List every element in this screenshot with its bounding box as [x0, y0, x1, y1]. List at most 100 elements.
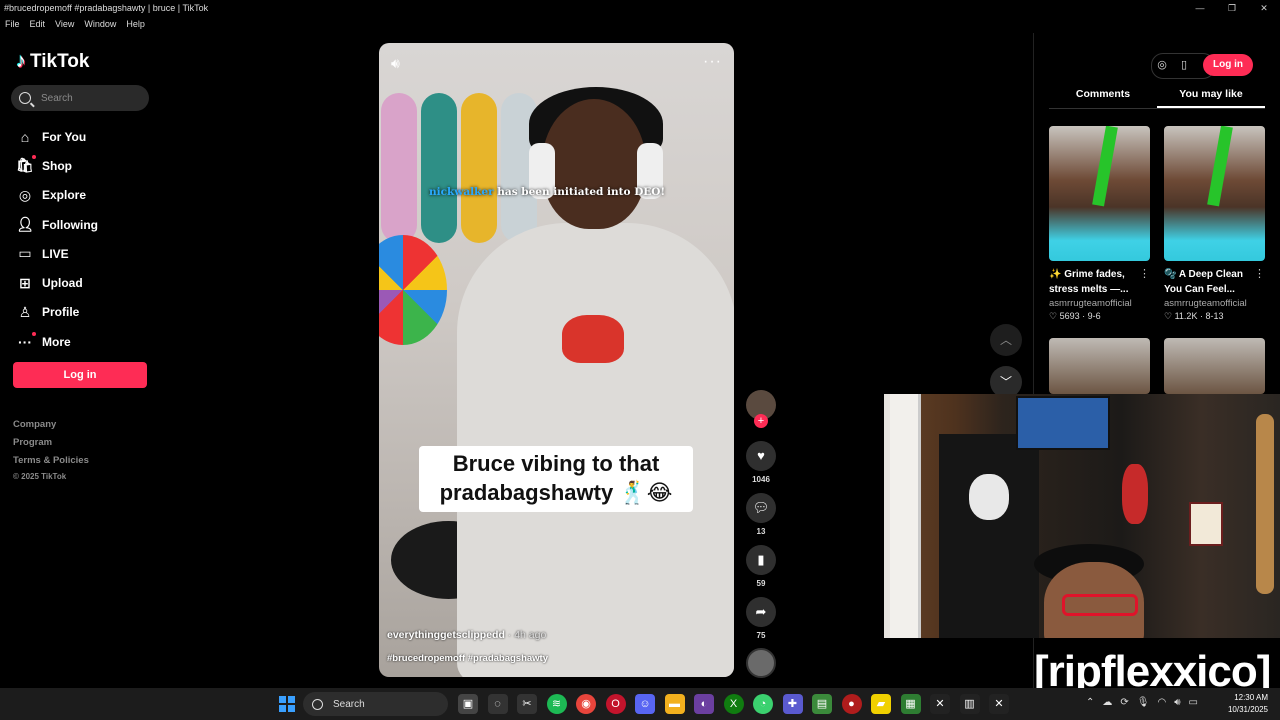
webcam-skull-print	[969, 474, 1009, 520]
card-stats: ♡ 11.2K · 8-13	[1164, 311, 1265, 322]
author-name[interactable]: everythinggetsclippedd	[387, 629, 505, 641]
card-stats: ♡ 5693 · 9-6	[1049, 311, 1150, 322]
menu-edit[interactable]: Edit	[30, 16, 46, 32]
close-button[interactable]: ✕	[1248, 0, 1280, 16]
tab-you-may-like[interactable]: You may like	[1157, 88, 1265, 108]
search-placeholder: Search	[41, 92, 73, 104]
recommended-card[interactable]: ✨ Grime fades, stress melts —... asmrrug…	[1049, 126, 1150, 322]
comment-action[interactable]: 💬︎ 13	[745, 493, 777, 536]
volume-icon[interactable]: 🔊︎	[391, 55, 400, 72]
share-action[interactable]: ➦ 75	[745, 597, 777, 640]
opera-icon[interactable]: O	[605, 694, 626, 714]
sidebar-item-label: Shop	[42, 158, 72, 173]
chat-app-icon[interactable]: ◔	[753, 694, 773, 714]
sidebar-item-live[interactable]: ▭ LIVE	[16, 239, 98, 268]
follow-plus-icon[interactable]: +	[754, 414, 768, 428]
taskbar-clock[interactable]: 12:30 AM 10/31/2025	[1222, 692, 1268, 716]
minimize-button[interactable]: —	[1184, 0, 1216, 16]
taskbar-apps: ▣ ◌ ✂ ≋ ◉ O ☺ ▬ ◐ X ◔ ✚ ▤ ● ▰ ▦ ✕ ▥ ✕	[458, 694, 1019, 714]
app-icon[interactable]: ▤	[812, 694, 832, 714]
menu-window[interactable]: Window	[84, 16, 116, 32]
app-icon[interactable]: ▥	[959, 694, 980, 714]
video-hashtags[interactable]: #brucedropemoff #pradabagshawty	[387, 653, 548, 664]
sidebar-item-following[interactable]: 👤︎ Following	[16, 210, 98, 239]
snipping-tool-icon[interactable]: ✂	[517, 694, 537, 714]
heart-icon[interactable]: ♥	[746, 441, 776, 471]
card-username[interactable]: asmrrugteamofficial	[1164, 298, 1265, 309]
microphone-icon[interactable]: 🎙︎	[1137, 697, 1150, 708]
taskbar-search[interactable]: Search	[303, 692, 448, 716]
sticky-notes-icon[interactable]: ▰	[871, 694, 891, 714]
spotify-icon[interactable]: ≋	[546, 694, 567, 714]
copilot-icon[interactable]: ◌	[487, 694, 508, 714]
clock-time: 12:30 AM	[1234, 693, 1268, 702]
sidebar-item-upload[interactable]: ⊞ Upload	[16, 268, 98, 297]
sidebar-item-explore[interactable]: ◎ Explore	[16, 181, 98, 210]
separator-dot: ·	[1082, 311, 1086, 321]
footer-link-company[interactable]: Company	[13, 416, 89, 434]
menu-view[interactable]: View	[55, 16, 74, 32]
video-caption-box: Bruce vibing to that pradabagshawty 🕺😂	[419, 446, 693, 512]
like-action[interactable]: ♥ 1046	[745, 441, 777, 484]
recommended-card[interactable]: 🫧 A Deep Clean You Can Feel... asmrrugte…	[1164, 126, 1265, 322]
video-player[interactable]: nickwalker has been initiated into DEO! …	[379, 43, 734, 677]
gamepad-icon[interactable]: ✚	[782, 694, 803, 714]
tiktok-logo[interactable]: ♪ TikTok	[16, 50, 89, 73]
window-controls: — ❐ ✕	[1184, 0, 1280, 16]
card-more-icon[interactable]: ⋮	[1254, 267, 1265, 280]
music-disc-icon[interactable]	[746, 648, 776, 678]
wifi-icon[interactable]: ◠	[1157, 697, 1166, 708]
sidebar-item-more[interactable]: ··· More	[16, 327, 98, 356]
search-input[interactable]: Search	[11, 85, 149, 111]
sidebar-item-label: For You	[42, 129, 87, 144]
obs-icon[interactable]: ◐	[694, 694, 714, 714]
battery-icon[interactable]: ▭	[1189, 697, 1198, 708]
xbox-icon[interactable]: X	[723, 694, 744, 714]
sidebar-item-profile[interactable]: ♙ Profile	[16, 298, 98, 327]
capcut-icon[interactable]: ✕	[930, 694, 950, 714]
footer-link-terms[interactable]: Terms & Policies	[13, 452, 89, 470]
video-thumbnail[interactable]	[1164, 338, 1265, 394]
capcut-icon[interactable]: ✕	[989, 694, 1009, 714]
video-overlay-text: nickwalker has been initiated into DEO!	[429, 186, 704, 198]
card-more-icon[interactable]: ⋮	[1139, 267, 1150, 280]
card-title-line: You Can Feel...	[1164, 284, 1235, 295]
chrome-icon[interactable]: ◉	[576, 694, 596, 714]
sidebar-item-shop[interactable]: 🛍︎ Shop	[16, 151, 98, 180]
app-icon[interactable]: ●	[841, 694, 862, 714]
previous-video-button[interactable]: ︿	[990, 324, 1022, 356]
video-thumbnail[interactable]	[1049, 338, 1150, 394]
discord-icon[interactable]: ☺	[635, 694, 655, 714]
post-time: · 4h ago	[507, 629, 547, 641]
video-thumbnail[interactable]	[1049, 126, 1150, 261]
save-action[interactable]: ▮ 59	[745, 545, 777, 588]
tab-comments[interactable]: Comments	[1049, 88, 1157, 108]
skateboard-decor	[461, 93, 497, 243]
webcam-frame	[1189, 502, 1223, 546]
header-login-button[interactable]: Log in	[1203, 54, 1253, 76]
app-icon[interactable]: ▦	[900, 694, 921, 714]
cloud-icon[interactable]: ☁	[1102, 697, 1112, 708]
video-thumbnail[interactable]	[1164, 126, 1265, 261]
comment-icon[interactable]: 💬︎	[746, 493, 776, 523]
menu-file[interactable]: File	[5, 16, 20, 32]
menu-help[interactable]: Help	[126, 16, 145, 32]
speaker-icon[interactable]: 🔊︎	[1174, 697, 1180, 708]
footer-link-program[interactable]: Program	[13, 434, 89, 452]
maximize-button[interactable]: ❐	[1216, 0, 1248, 16]
share-icon[interactable]: ➦	[746, 597, 776, 627]
mobile-device-icon[interactable]: ▯	[1173, 54, 1195, 76]
card-username[interactable]: asmrrugteamofficial	[1049, 298, 1150, 309]
task-view-icon[interactable]: ▣	[458, 694, 478, 714]
login-button[interactable]: Log in	[13, 362, 147, 388]
sidebar-item-for-you[interactable]: ⌂ For You	[16, 122, 98, 151]
user-follow-icon: 👤︎	[16, 216, 34, 233]
file-explorer-icon[interactable]: ▬	[664, 694, 685, 714]
taskbar-search-label: Search	[333, 698, 365, 710]
explore-icon[interactable]: ◎	[1151, 54, 1173, 76]
chevron-up-icon[interactable]: ⌃	[1086, 697, 1094, 708]
more-options-icon[interactable]: ···	[703, 53, 722, 71]
bookmark-icon[interactable]: ▮	[746, 545, 776, 575]
sync-icon[interactable]: ⟳	[1120, 697, 1128, 708]
windows-start-icon[interactable]	[279, 696, 295, 712]
